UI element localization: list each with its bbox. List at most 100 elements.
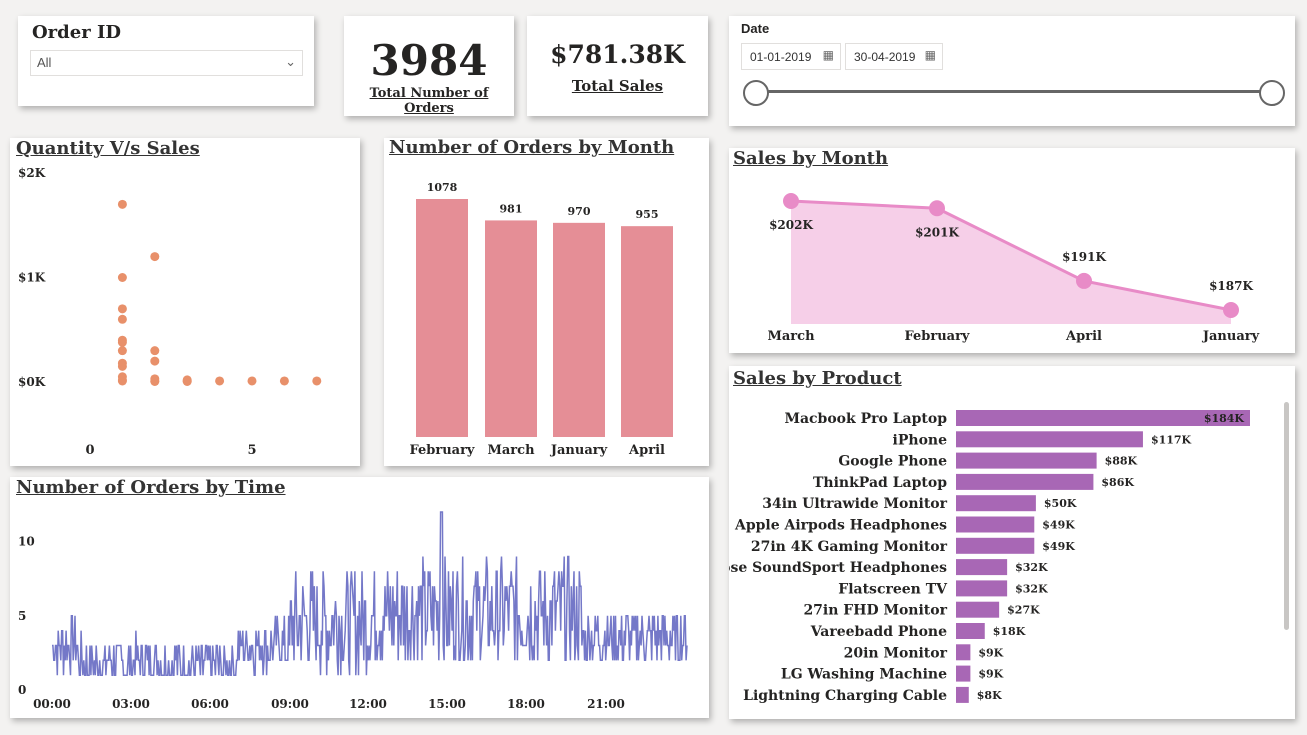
category-label: January <box>1202 329 1260 344</box>
y-tick-label: $0K <box>18 375 46 389</box>
product-label: ThinkPad Laptop <box>813 475 947 491</box>
date-range-end-handle[interactable] <box>1259 80 1285 106</box>
data-label: $9K <box>978 668 1003 681</box>
y-tick-label: 0 <box>18 683 26 697</box>
data-point <box>247 376 257 386</box>
orders-by-month-chart: Number of Orders by Month 1078 February 98… <box>384 137 709 466</box>
bar <box>956 495 1036 512</box>
product-label: 27in 4K Gaming Monitor <box>751 539 948 555</box>
data-label: $202K <box>769 218 813 232</box>
x-tick-label: 5 <box>247 443 256 458</box>
total-sales-value: $781.38K <box>550 40 685 69</box>
data-label: $184K <box>1204 412 1245 425</box>
product-label: iPhone <box>893 432 948 448</box>
data-label: 1078 <box>427 181 458 194</box>
bar <box>956 473 1094 490</box>
x-tick-label: 12:00 <box>349 697 387 711</box>
data-label: $187K <box>1209 279 1253 293</box>
total-orders-value: 3984 <box>370 36 488 85</box>
data-point <box>150 346 160 356</box>
bar <box>621 226 673 437</box>
end-date-input[interactable]: 30-04-2019 ▦ <box>845 43 943 70</box>
category-label: April <box>1065 329 1102 344</box>
data-point <box>1223 302 1239 318</box>
chevron-down-icon: ⌄ <box>285 54 296 69</box>
data-label: $50K <box>1044 497 1077 510</box>
data-label: $201K <box>915 225 959 239</box>
orders-by-time-chart: Number of Orders by Time 0 5 10 00:00 03:00 0… <box>10 477 709 718</box>
order-id-dropdown[interactable]: All ⌄ <box>30 50 303 76</box>
total-orders-label: Total Number of Orders <box>369 86 489 116</box>
data-label: $86K <box>1101 476 1134 489</box>
data-point <box>117 273 127 282</box>
data-point <box>117 314 127 324</box>
start-date-input[interactable]: 01-01-2019 ▦ <box>741 43 841 70</box>
data-point <box>150 376 160 386</box>
data-label: 955 <box>636 208 659 221</box>
bar <box>956 452 1097 469</box>
product-label: 27in FHD Monitor <box>803 603 947 619</box>
total-sales-card: $781.38K Total Sales <box>527 16 708 116</box>
bar <box>485 220 537 437</box>
category-label: February <box>904 329 969 344</box>
product-label: 34in Ultrawide Monitor <box>762 496 947 512</box>
scrollbar[interactable] <box>1284 402 1289 630</box>
bar <box>956 431 1143 448</box>
x-tick-label: 00:00 <box>33 697 71 711</box>
data-label: $9K <box>978 646 1003 659</box>
product-label: Vareebadd Phone <box>810 624 947 640</box>
start-date-value: 01-01-2019 <box>750 50 812 64</box>
data-label: $191K <box>1062 250 1106 264</box>
total-orders-card: 3984 Total Number of Orders <box>344 16 514 116</box>
order-id-label: Order ID <box>32 22 121 43</box>
bar <box>956 665 971 682</box>
data-point <box>150 252 160 262</box>
sales-by-month-chart: Sales by Month $202K March $201K February $1… <box>729 148 1295 353</box>
data-point <box>117 361 127 371</box>
data-label: $27K <box>1007 604 1040 617</box>
y-tick-label: $2K <box>18 166 46 180</box>
scatter-plot: $0K $1K $2K 0 5 <box>18 166 322 458</box>
order-id-value: All <box>37 55 52 70</box>
x-tick-label: 15:00 <box>428 697 466 711</box>
area-fill <box>791 201 1231 324</box>
product-label: Lightning Charging Cable <box>743 688 947 704</box>
data-label: $117K <box>1151 433 1192 446</box>
data-point <box>215 376 225 386</box>
sales-by-product-chart: Sales by Product Macbook Pro Laptop $184K… <box>729 366 1295 719</box>
area-plot: $202K March $201K February $191K April $187K Ja… <box>767 193 1260 344</box>
bar <box>956 686 969 703</box>
date-range-track[interactable] <box>757 90 1273 93</box>
calendar-icon[interactable]: ▦ <box>925 48 936 62</box>
data-point <box>312 376 322 386</box>
data-point <box>783 193 799 209</box>
category-label: March <box>487 443 535 458</box>
bar <box>553 222 605 437</box>
bar-plot: 1078 February 981 March 970 January 955 April <box>409 181 673 458</box>
x-tick-label: 09:00 <box>271 697 309 711</box>
data-point <box>117 346 127 356</box>
bar <box>956 623 985 639</box>
product-label: Google Phone <box>838 454 947 470</box>
horizontal-bar-plot: Macbook Pro Laptop $184K iPhone $117K Google… <box>729 410 1250 704</box>
date-range-start-handle[interactable] <box>743 80 769 106</box>
bar <box>956 537 1035 554</box>
data-label: $49K <box>1042 540 1075 553</box>
product-label: Flatscreen TV <box>838 581 948 597</box>
data-point <box>117 337 127 347</box>
y-tick-label: $1K <box>18 271 46 285</box>
data-label: $32K <box>1015 561 1048 574</box>
calendar-icon[interactable]: ▦ <box>823 48 834 62</box>
bar <box>416 199 468 437</box>
bar <box>956 580 1008 597</box>
category-label: March <box>767 329 815 344</box>
order-id-slicer: Order ID All ⌄ <box>18 16 314 106</box>
bar <box>956 601 1000 618</box>
data-label: $88K <box>1105 455 1138 468</box>
category-label: February <box>409 443 474 458</box>
data-point <box>279 376 289 386</box>
product-label: Apple Airpods Headphones <box>734 518 947 534</box>
quantity-vs-sales-chart: Quantity V/s Sales $0K $1K $2K 0 5 <box>10 138 360 466</box>
y-tick-label: 5 <box>18 609 26 623</box>
data-label: $8K <box>977 689 1002 702</box>
